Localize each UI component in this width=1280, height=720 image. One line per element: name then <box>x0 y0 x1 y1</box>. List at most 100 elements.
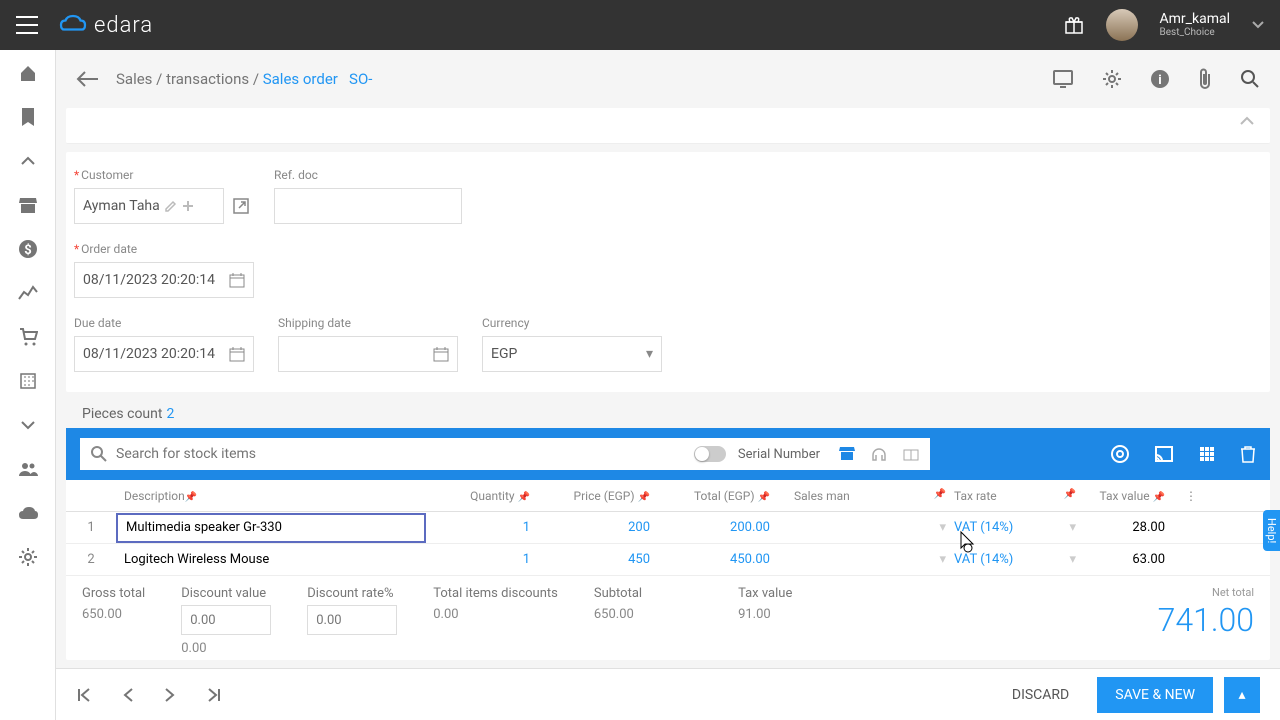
next-page-icon[interactable] <box>164 687 176 703</box>
items-discount-label: Total items discounts <box>433 586 558 601</box>
gear-icon[interactable] <box>17 546 39 568</box>
collapsed-panel[interactable] <box>66 108 1270 144</box>
save-dropdown-button[interactable]: ▴ <box>1224 677 1260 713</box>
chevron-up-icon[interactable] <box>1240 116 1254 126</box>
customer-input[interactable]: Ayman Taha <box>74 188 224 224</box>
delete-icon[interactable] <box>1240 444 1256 464</box>
description-cell[interactable]: Logitech Wireless Mouse <box>116 552 426 567</box>
search-icon[interactable] <box>1240 69 1260 89</box>
serial-toggle[interactable] <box>694 446 726 462</box>
brand-logo: edara <box>58 13 153 38</box>
discount-value-label: Discount value <box>181 586 271 601</box>
table-row[interactable]: 1 Multimedia speaker Gr-330 1 200 200.00… <box>66 512 1270 544</box>
save-and-new-button[interactable]: SAVE & NEW <box>1097 677 1213 713</box>
customer-label: Customer <box>81 168 133 182</box>
discount-rate-label: Discount rate% <box>307 586 397 601</box>
first-page-icon[interactable] <box>76 687 92 703</box>
people-icon[interactable] <box>17 458 39 480</box>
order-date-value: 08/11/2023 20:20:14 <box>83 272 215 288</box>
cloud-icon[interactable] <box>17 502 39 524</box>
gross-total-value: 650.00 <box>82 607 145 622</box>
shipping-date-input[interactable] <box>278 336 458 372</box>
order-date-input[interactable]: 08/11/2023 20:20:14 <box>74 262 254 298</box>
discard-button[interactable]: DISCARD <box>994 677 1087 713</box>
breadcrumb: Sales / transactions / Sales order SO- <box>116 70 372 88</box>
due-date-label: Due date <box>74 316 254 330</box>
order-date-label: Order date <box>81 242 137 256</box>
net-total-label: Net total <box>1158 586 1254 599</box>
tax-rate-cell[interactable]: VAT (14%)▾ <box>946 520 1076 535</box>
more-icon[interactable]: ⋮ <box>1181 489 1201 503</box>
prev-page-icon[interactable] <box>122 687 134 703</box>
chevron-up-icon[interactable] <box>17 150 39 172</box>
crumb-transactions[interactable]: transactions <box>166 70 249 88</box>
discount-value-input[interactable]: 0.00 <box>181 605 271 635</box>
crumb-sales-order[interactable]: Sales order <box>263 70 338 88</box>
user-sub: Best_Choice <box>1160 27 1230 38</box>
headset-icon[interactable] <box>870 445 888 463</box>
gift-icon[interactable] <box>902 445 920 463</box>
refdoc-input[interactable] <box>274 188 462 224</box>
subtotal-label: Subtotal <box>594 586 642 601</box>
monitor-icon[interactable] <box>1052 69 1074 89</box>
user-menu[interactable]: Amr_kamal Best_Choice <box>1160 12 1230 38</box>
bookmark-icon[interactable] <box>17 106 39 128</box>
refdoc-label: Ref. doc <box>274 168 462 182</box>
pin-icon[interactable]: 📌 <box>185 492 197 503</box>
last-page-icon[interactable] <box>206 687 222 703</box>
store-icon[interactable] <box>838 445 856 463</box>
shipping-date-label: Shipping date <box>278 316 458 330</box>
salesman-cell[interactable]: ▾ <box>786 552 946 567</box>
edit-icon[interactable] <box>164 199 178 213</box>
crumb-sales[interactable]: Sales <box>116 70 152 88</box>
gross-total-label: Gross total <box>82 586 145 601</box>
grid-icon[interactable] <box>1198 445 1216 463</box>
dollar-icon[interactable]: $ <box>17 238 39 260</box>
cart-icon[interactable] <box>17 326 39 348</box>
calendar-icon[interactable] <box>229 346 245 362</box>
store-icon[interactable] <box>17 194 39 216</box>
add-icon[interactable] <box>182 200 194 212</box>
help-tab[interactable]: Help! <box>1263 510 1280 551</box>
description-cell[interactable]: Multimedia speaker Gr-330 <box>116 513 426 543</box>
net-total-value: 741.00 <box>1158 601 1254 639</box>
tax-value-label: Tax value <box>738 586 792 601</box>
pieces-count: Pieces count2 <box>66 400 1270 428</box>
customer-value: Ayman Taha <box>83 198 160 214</box>
search-icon <box>90 445 108 463</box>
currency-label: Currency <box>482 316 662 330</box>
crumb-code: SO- <box>349 70 372 88</box>
building-icon[interactable] <box>17 370 39 392</box>
settings-icon[interactable] <box>1102 69 1122 89</box>
due-date-value: 08/11/2023 20:20:14 <box>83 346 215 362</box>
user-name: Amr_kamal <box>1160 12 1230 27</box>
tax-rate-cell[interactable]: VAT (14%)▾ <box>946 552 1076 567</box>
cast-icon[interactable] <box>1154 445 1174 463</box>
hamburger-icon[interactable] <box>16 16 38 34</box>
salesman-cell[interactable]: ▾ <box>786 520 946 535</box>
chevron-down-icon[interactable] <box>1252 21 1264 29</box>
calendar-icon[interactable] <box>433 346 449 362</box>
item-search-input[interactable] <box>116 446 686 462</box>
calendar-icon[interactable] <box>229 272 245 288</box>
attachment-icon[interactable] <box>1198 68 1212 90</box>
avatar[interactable] <box>1106 9 1138 41</box>
due-date-input[interactable]: 08/11/2023 20:20:14 <box>74 336 254 372</box>
back-arrow-icon[interactable] <box>76 71 98 87</box>
chevron-down-icon[interactable] <box>17 414 39 436</box>
gift-icon[interactable] <box>1064 15 1084 35</box>
info-icon[interactable]: i <box>1150 69 1170 89</box>
home-icon[interactable] <box>17 62 39 84</box>
svg-text:i: i <box>1158 73 1161 88</box>
chart-icon[interactable] <box>17 282 39 304</box>
target-icon[interactable] <box>1110 444 1130 464</box>
table-row[interactable]: 2 Logitech Wireless Mouse 1 450 450.00 ▾… <box>66 544 1270 576</box>
table-header: Description📌 Quantity 📌 Price (EGP) 📌 To… <box>66 480 1270 512</box>
serial-label: Serial Number <box>738 447 820 462</box>
open-external-icon[interactable] <box>232 197 250 215</box>
brand-text: edara <box>94 13 153 38</box>
currency-select[interactable]: EGP ▾ <box>482 336 662 372</box>
discount-rate-input[interactable]: 0.00 <box>307 605 397 635</box>
dropdown-icon: ▾ <box>646 346 653 362</box>
item-search-box[interactable]: Serial Number <box>80 438 930 470</box>
